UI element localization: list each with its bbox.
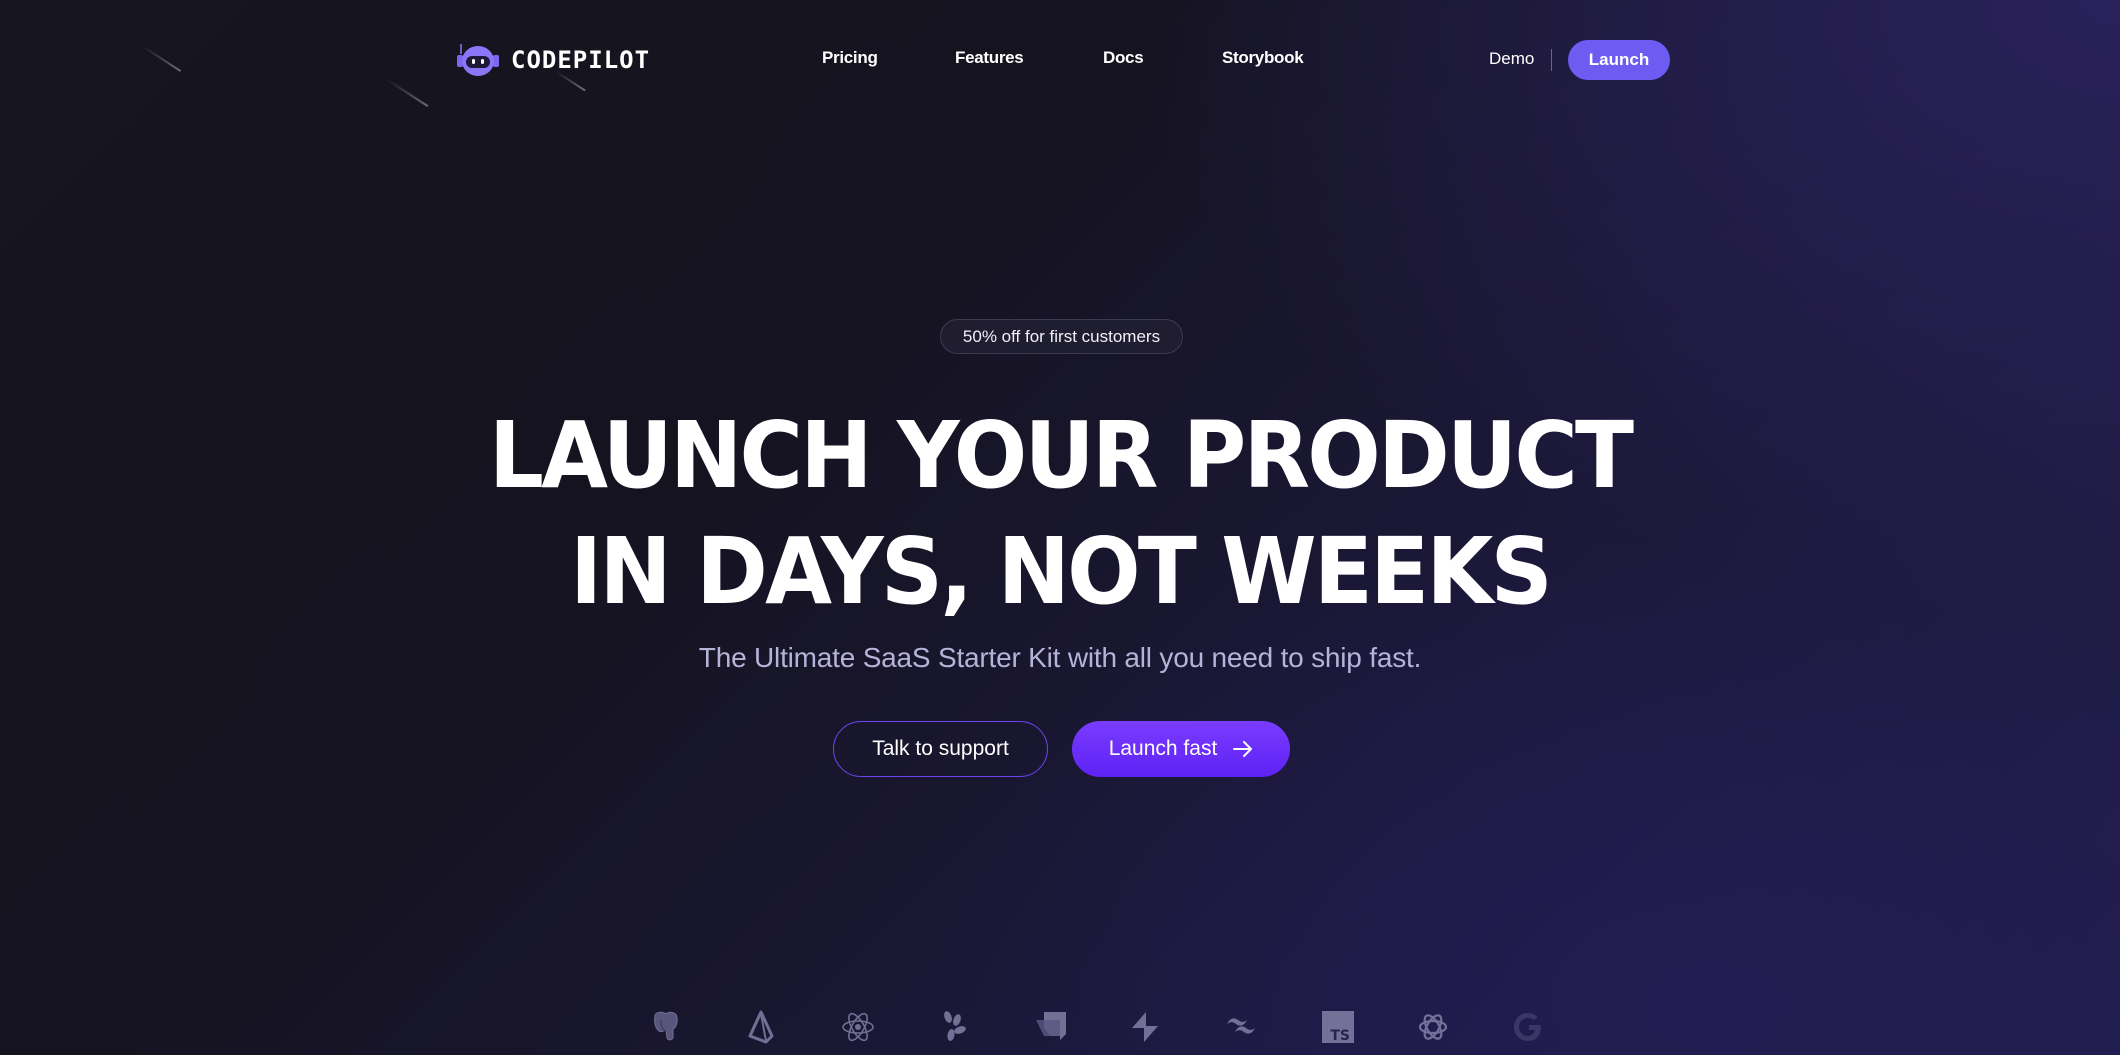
launch-button[interactable]: Launch [1568, 40, 1670, 80]
hero-subtitle: The Ultimate SaaS Starter Kit with all y… [698, 642, 1422, 673]
prisma-icon [744, 1010, 778, 1044]
nav-link-features[interactable]: Features [955, 48, 1024, 68]
nav-link-pricing[interactable]: Pricing [822, 48, 878, 68]
demo-link[interactable]: Demo [1489, 49, 1534, 69]
nav-links: Pricing Features Docs Storybook [0, 48, 2120, 72]
typescript-icon: TS [1321, 1010, 1355, 1044]
tech-stack-logos: TS [0, 1010, 2120, 1050]
headline-line-2: IN DAYS, NOT WEEKS [569, 518, 1553, 625]
talk-to-support-label: Talk to support [872, 737, 1009, 760]
nav-divider [1551, 49, 1552, 71]
nav-link-storybook[interactable]: Storybook [1222, 48, 1304, 68]
launch-fast-label: Launch fast [1108, 737, 1218, 760]
svg-text:TS: TS [1330, 1028, 1350, 1044]
hero-headline: LAUNCH YOUR PRODUCT IN DAYS, NOT WEEKS [64, 398, 2057, 630]
storyblok-icon [1034, 1010, 1068, 1044]
cta-group: Talk to support Launch fast [0, 721, 2120, 777]
talk-to-support-button[interactable]: Talk to support [833, 721, 1048, 777]
postgresql-icon [649, 1010, 683, 1044]
nav-link-docs[interactable]: Docs [1103, 48, 1144, 68]
google-icon [1512, 1010, 1546, 1044]
supabase-icon [1128, 1010, 1162, 1044]
arrow-right-icon [1233, 741, 1253, 757]
react-icon [841, 1010, 875, 1044]
openai-icon [1416, 1010, 1450, 1044]
resend-icon [938, 1010, 972, 1044]
headline-line-1: LAUNCH YOUR PRODUCT [488, 402, 1634, 509]
launch-fast-button[interactable]: Launch fast [1072, 721, 1290, 777]
promo-badge: 50% off for first customers [940, 319, 1183, 354]
top-navigation: CODEPILOT Pricing Features Docs Storyboo… [0, 0, 2120, 120]
tailwind-icon [1224, 1010, 1258, 1044]
